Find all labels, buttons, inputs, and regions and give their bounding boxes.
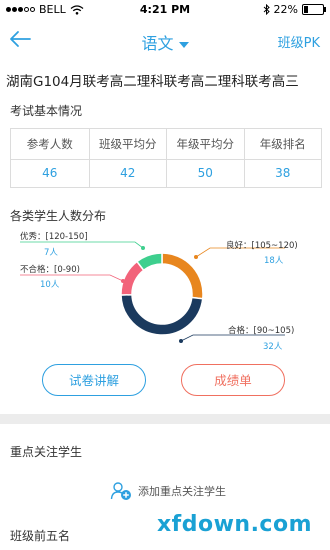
battery-icon	[302, 4, 326, 15]
subject-label: 语文	[141, 34, 174, 53]
focus-students-title: 重点关注学生	[10, 445, 83, 459]
bluetooth-icon	[263, 4, 270, 15]
stat-col-participants: 参考人数 46	[11, 129, 89, 187]
basic-info-title: 考试基本情况	[10, 104, 83, 118]
class-pk-button[interactable]: 班级PK	[278, 32, 320, 51]
leader-line-fail	[20, 274, 124, 282]
watermark: xfdown.com	[156, 512, 312, 537]
leader-line-excellent	[20, 241, 144, 249]
paper-review-button[interactable]: 试卷讲解	[42, 364, 146, 396]
status-right: 22%	[263, 3, 326, 16]
segment-count-good: 18人	[264, 256, 284, 266]
stat-header: 参考人数	[11, 129, 89, 160]
stat-value[interactable]: 38	[245, 159, 322, 187]
stat-col-grade-rank: 年级排名 38	[243, 129, 322, 187]
stat-header: 年级平均分	[167, 129, 244, 160]
stat-col-grade-average: 年级平均分 50	[166, 129, 244, 187]
add-user-icon	[110, 482, 131, 500]
battery-percent: 22%	[273, 3, 298, 16]
donut-segment-pass[interactable]	[120, 293, 204, 336]
donut-segment-good[interactable]	[161, 252, 204, 300]
distribution-chart: 优秀：[120-150] 7人 不合格：[0-90) 10人 良好：[105~1…	[0, 222, 330, 362]
stat-header: 班级平均分	[89, 129, 166, 160]
segment-label-good: 良好：[105~120)	[226, 241, 298, 251]
segment-label-pass: 合格：[90~105)	[228, 326, 295, 336]
exam-title: 湖南G104月联考高二理科联考高二理科联考高三	[6, 74, 299, 90]
segment-count-fail: 10人	[40, 280, 60, 290]
segment-label-fail: 不合格：[0-90)	[20, 265, 80, 275]
segment-count-excellent: 7人	[44, 248, 58, 258]
stat-header: 年级排名	[244, 129, 321, 160]
stat-value[interactable]: 50	[167, 159, 244, 187]
score-sheet-button[interactable]: 成绩单	[181, 364, 285, 396]
top-five-title: 班级前五名	[10, 529, 71, 543]
segment-label-excellent: 优秀：[120-150]	[20, 232, 88, 242]
segment-count-pass: 32人	[263, 342, 283, 352]
status-bar: BELL 4:21 PM 22%	[0, 0, 330, 20]
basic-info-table: 参考人数 46 班级平均分 42 年级平均分 50 年级排名 38	[10, 128, 322, 188]
section-divider	[0, 414, 330, 424]
caret-down-icon	[178, 41, 189, 48]
nav-bar: 语文 班级PK	[0, 22, 330, 58]
add-focus-student-button[interactable]: 添加重点关注学生	[110, 481, 226, 501]
stat-value[interactable]: 46	[11, 159, 89, 187]
stat-col-class-average: 班级平均分 42	[88, 129, 167, 187]
add-focus-student-label: 添加重点关注学生	[138, 485, 226, 498]
stat-value[interactable]: 42	[90, 159, 167, 187]
